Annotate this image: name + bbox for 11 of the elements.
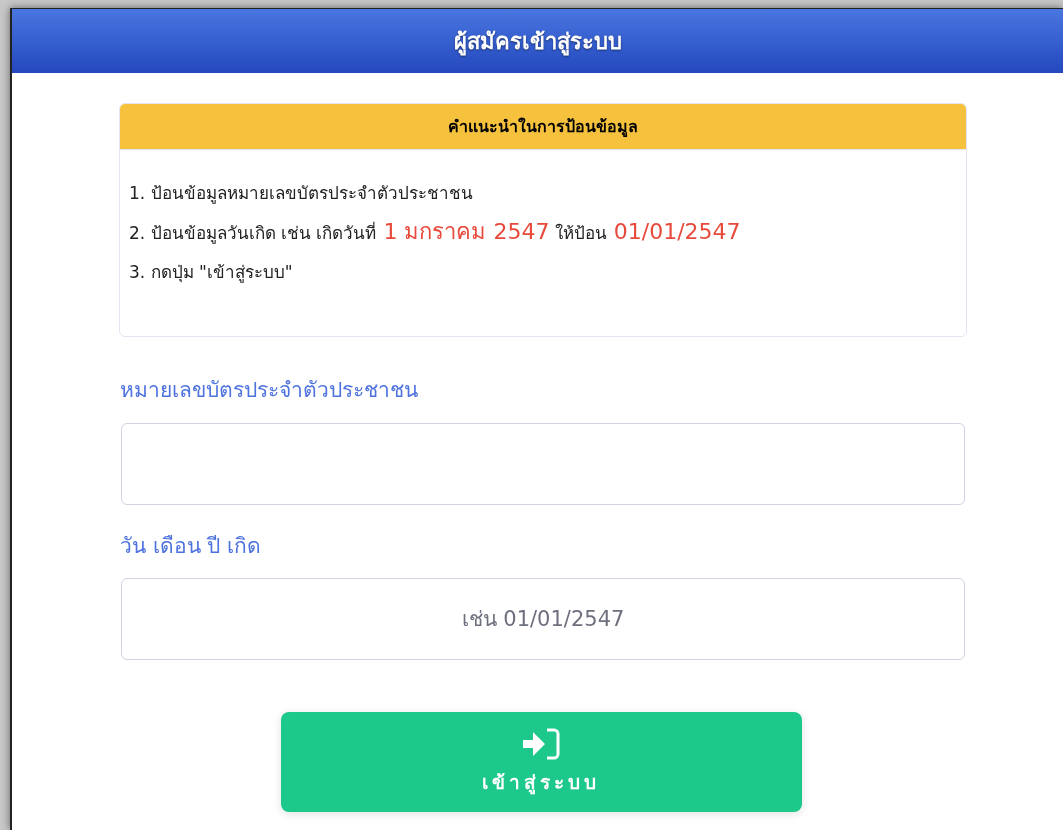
page-title: ผู้สมัครเข้าสู่ระบบ xyxy=(453,27,622,58)
instruction-text: 2. ป้อนข้อมูลวันเกิด เช่น เกิดวันที่ 1 มกราคม 2547 ให้ป้อน 01/01/2547 xyxy=(129,218,742,246)
input-field[interactable]: เช่น 01/01/2547 xyxy=(121,578,965,660)
field-label: หมายเลขบัตรประจำตัวประชาชน xyxy=(120,377,419,404)
field-label: วัน เดือน ปี เกิด xyxy=(120,532,263,560)
instruction-text: 1. ป้อนข้อมูลหมายเลขบัตรประจำตัวประชาชน xyxy=(129,182,474,206)
card-title: คำแนะนำในการป้อนข้อมูล xyxy=(448,115,638,139)
input-field[interactable] xyxy=(121,422,965,505)
sign-in-icon xyxy=(522,727,560,760)
instruction-text: 3. กดปุ่ม "เข้าสู่ระบบ" xyxy=(129,261,294,285)
login-button[interactable]: เข้าสู่ระบบ xyxy=(280,712,802,812)
